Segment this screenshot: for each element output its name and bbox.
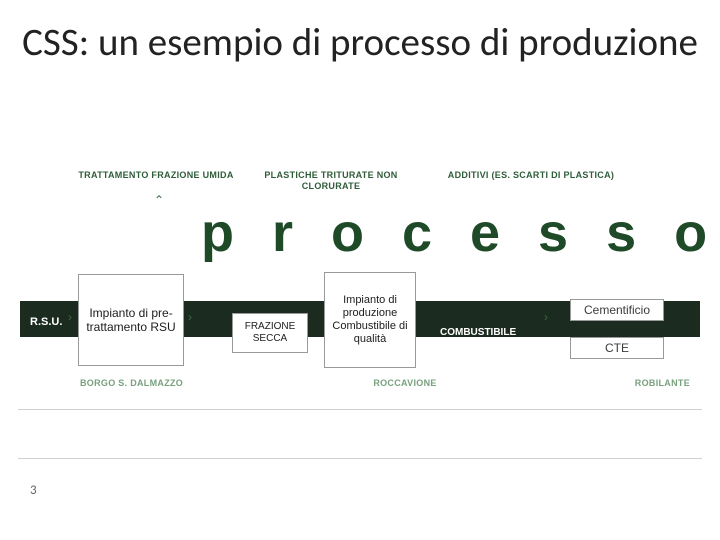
flow-row: R.S.U. Impianto di pre-trattamento RSU F… (22, 272, 698, 368)
process-inputs-row: TRATTAMENTO FRAZIONE UMIDA PLASTICHE TRI… (76, 170, 696, 192)
node-cement-plant: Cementificio (570, 299, 664, 321)
chevron-up-icon: ⌃ (154, 193, 164, 207)
slide: CSS: un esempio di processo di produzion… (0, 0, 720, 540)
location-roccavione: ROCCAVIONE (260, 378, 550, 388)
chevron-right-icon: › (68, 310, 72, 324)
node-combustible: COMBUSTIBILE (440, 327, 540, 349)
input-label-humid: TRATTAMENTO FRAZIONE UMIDA (76, 170, 236, 192)
input-label-additives: ADDITIVI (ES. SCARTI DI PLASTICA) (426, 170, 636, 192)
processo-heading: processo (201, 202, 720, 264)
node-dry-fraction: FRAZIONE SECCA (232, 313, 308, 353)
node-pretreatment-plant: Impianto di pre-trattamento RSU (78, 274, 184, 366)
divider (18, 458, 702, 459)
node-rsu: R.S.U. (30, 316, 80, 352)
location-borgo: BORGO S. DALMAZZO (80, 378, 260, 388)
location-labels-row: BORGO S. DALMAZZO ROCCAVIONE ROBILANTE (80, 378, 690, 388)
input-label-plastics: PLASTICHE TRITURATE NON CLORURATE (236, 170, 426, 192)
divider (18, 409, 702, 410)
page-number: 3 (30, 483, 37, 498)
location-robilante: ROBILANTE (550, 378, 690, 388)
chevron-right-icon: › (188, 310, 192, 324)
outputs-group: Cementificio CTE (570, 299, 664, 359)
chevron-right-icon: › (544, 310, 548, 324)
node-fuel-plant: Impianto di produzione Combustibile di q… (324, 272, 416, 368)
slide-title: CSS: un esempio di processo di produzion… (0, 22, 720, 65)
node-cte: CTE (570, 337, 664, 359)
